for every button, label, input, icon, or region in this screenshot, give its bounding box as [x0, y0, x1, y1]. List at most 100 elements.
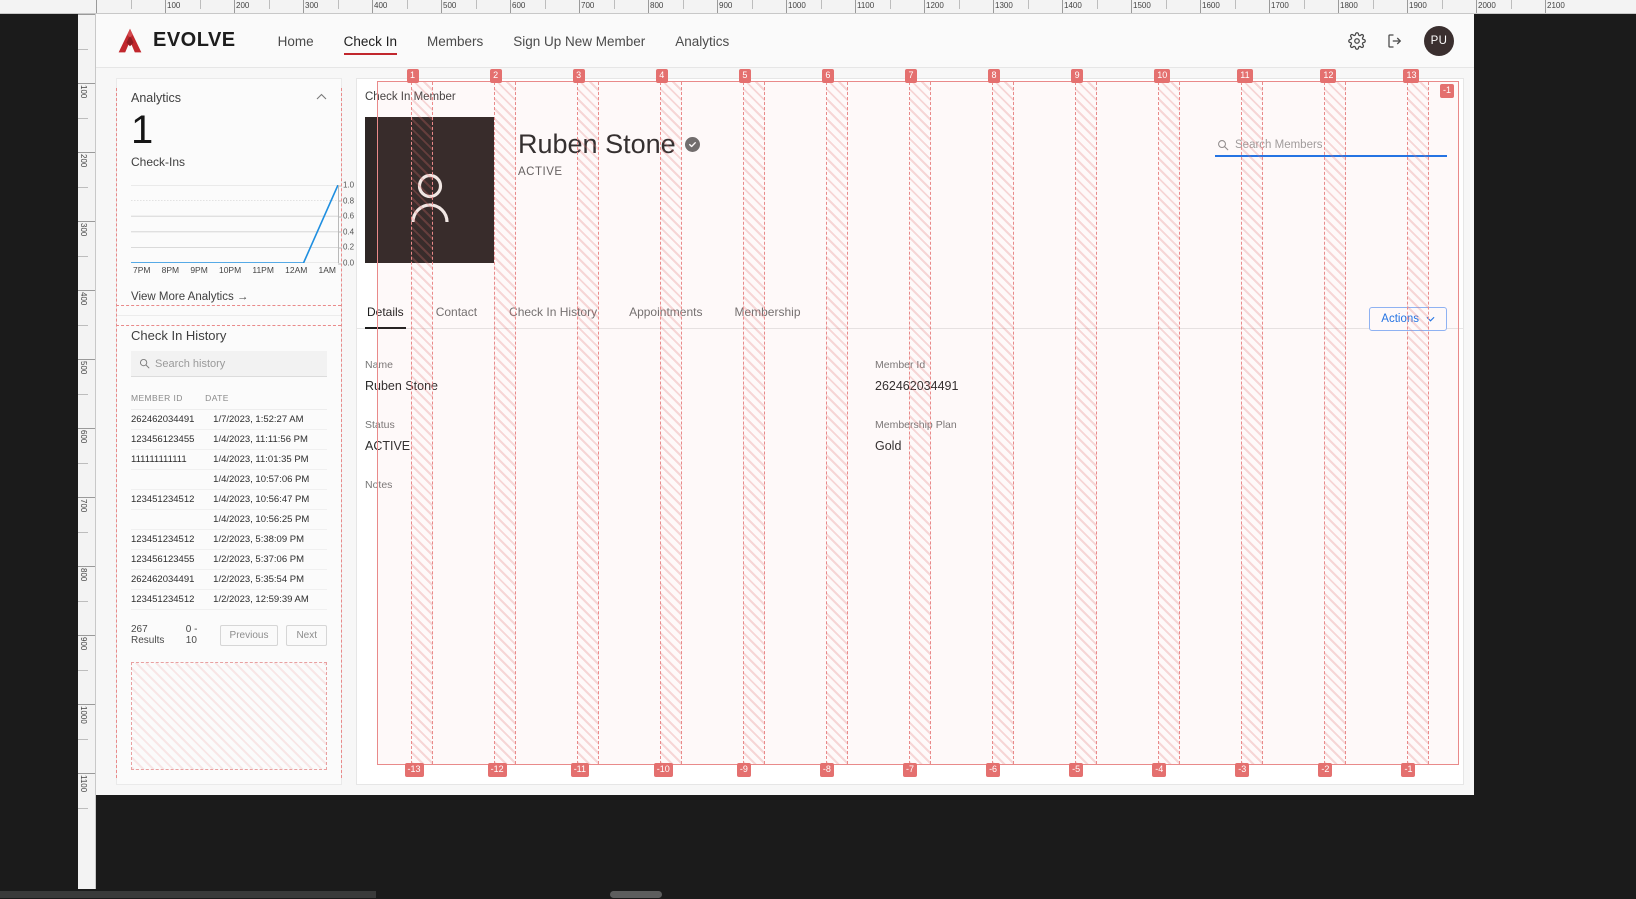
check-in-history-table: MEMBER ID DATE 262462034491 1/7/2023, 1:5… — [131, 389, 327, 610]
cell-date: 1/2/2023, 12:59:39 AM — [205, 589, 327, 610]
ruler-major-tick — [78, 566, 95, 567]
history-pagination: 267 Results 0 - 10 Previous Next — [117, 610, 341, 646]
chevron-down-icon — [1426, 316, 1435, 322]
actions-button-label: Actions — [1381, 313, 1419, 325]
nav-item-sign-up-new-member[interactable]: Sign Up New Member — [513, 18, 645, 64]
member-status: ACTIVE — [518, 166, 563, 178]
ruler-minor-tick — [78, 255, 88, 257]
cell-date: 1/4/2023, 10:56:47 PM — [205, 489, 327, 510]
details-right-column: Member Id 262462034491 Membership Plan G… — [875, 359, 1385, 517]
nav-item-home[interactable]: Home — [278, 18, 314, 64]
table-header-row: MEMBER ID DATE — [131, 389, 327, 410]
search-icon — [139, 358, 150, 369]
table-row[interactable]: 111111111111 1/4/2023, 11:01:35 PM — [131, 449, 327, 470]
nav-item-check-in[interactable]: Check In — [343, 18, 398, 64]
ruler-minor-tick — [475, 0, 477, 9]
cell-member-id — [131, 509, 206, 530]
field-status: Status ACTIVE — [365, 419, 875, 453]
ruler-minor-tick — [682, 0, 684, 9]
chart-y-tick-label: 0.4 — [337, 227, 355, 237]
cell-date: 1/2/2023, 5:35:54 PM — [205, 569, 327, 590]
tab-contact[interactable]: Contact — [434, 295, 479, 328]
view-more-analytics-link[interactable]: View More Analytics → — [117, 281, 341, 315]
chart-y-tick-label: 1.0 — [337, 180, 355, 190]
next-button[interactable]: Next — [286, 624, 327, 646]
table-row[interactable]: 1/4/2023, 10:56:25 PM — [131, 509, 327, 530]
results-count: 267 Results — [131, 624, 165, 646]
ruler-minor-tick — [751, 0, 753, 9]
ruler-minor-tick — [78, 48, 88, 50]
ruler-minor-tick — [889, 0, 891, 9]
field-member-id-value: 262462034491 — [875, 379, 959, 393]
logout-icon[interactable] — [1386, 32, 1404, 50]
bottom-scrollbar[interactable] — [0, 889, 1636, 899]
scrollbar-thumb[interactable] — [610, 891, 662, 898]
check-badge-icon — [684, 137, 700, 152]
ruler-label: 300 — [305, 1, 319, 10]
chart-x-tick-label: 9PM — [190, 265, 208, 275]
chart-x-tick-label: 12AM — [285, 265, 308, 275]
scrollbar-track — [0, 891, 376, 898]
tab-check-in-history[interactable]: Check In History — [507, 295, 599, 328]
page-body: Analytics 1 Check-Ins 0.0 0.2 0.4 0.6 0.8 1.0… — [96, 68, 1474, 795]
ruler-label: 400 — [374, 1, 388, 10]
previous-button[interactable]: Previous — [219, 624, 279, 646]
table-row[interactable]: 262462034491 1/2/2023, 5:35:54 PM — [131, 569, 327, 590]
ruler-minor-tick — [1165, 0, 1167, 9]
analytics-header: Analytics — [131, 91, 327, 105]
actions-button[interactable]: Actions — [1369, 307, 1447, 331]
ruler-minor-tick — [958, 0, 960, 9]
ruler-minor-tick — [613, 0, 615, 9]
field-status-value: ACTIVE — [365, 439, 411, 453]
nav-item-analytics[interactable]: Analytics — [675, 18, 729, 64]
chevron-up-icon[interactable] — [316, 93, 327, 100]
ruler-label: 1800 — [1340, 1, 1358, 10]
gear-icon[interactable] — [1348, 31, 1366, 50]
brand-name: EVOLVE — [153, 29, 236, 51]
field-notes-label: Notes — [365, 479, 393, 491]
cell-date: 1/4/2023, 11:11:56 PM — [205, 429, 327, 450]
ruler-major-tick — [78, 83, 95, 84]
tab-appointments[interactable]: Appointments — [627, 295, 704, 328]
table-row[interactable]: 123451234512 1/4/2023, 10:56:47 PM — [131, 489, 327, 510]
member-photo — [365, 117, 494, 263]
checkins-line-chart — [131, 185, 338, 263]
cell-member-id: 123451234512 — [131, 589, 206, 610]
chart-x-tick-label: 10PM — [218, 265, 242, 275]
search-history-input[interactable]: Search history — [131, 351, 327, 377]
ruler-label: 700 — [581, 1, 595, 10]
cell-member-id: 262462034491 — [131, 409, 206, 430]
field-name-label: Name — [365, 359, 394, 371]
ruler-label: 2000 — [1478, 1, 1496, 10]
checkins-metric-value: 1 — [131, 108, 154, 152]
table-row[interactable]: 123456123455 1/4/2023, 11:11:56 PM — [131, 429, 327, 450]
table-row[interactable]: 123451234512 1/2/2023, 5:38:09 PM — [131, 529, 327, 550]
chart-x-tick-label: 11PM — [252, 265, 274, 275]
ruler-label: 1900 — [1409, 1, 1427, 10]
tab-membership[interactable]: Membership — [732, 295, 802, 328]
search-members-input[interactable]: Search Members — [1215, 135, 1447, 157]
nav-item-members[interactable]: Members — [427, 18, 483, 64]
ruler-minor-tick — [78, 738, 88, 740]
field-name: Name Ruben Stone — [365, 359, 875, 393]
ruler-minor-tick — [544, 0, 546, 9]
table-row[interactable]: 123456123455 1/2/2023, 5:37:06 PM — [131, 549, 327, 570]
table-row[interactable]: 1/4/2023, 10:57:06 PM — [131, 469, 327, 490]
ruler-minor-tick — [268, 0, 270, 9]
ruler-minor-tick — [199, 0, 201, 9]
results-range: 0 - 10 — [185, 624, 198, 646]
ruler-minor-tick — [820, 0, 822, 9]
tab-details[interactable]: Details — [365, 295, 406, 329]
ruler-left: 100 200 300 400 500 600 700 800 900 1000 1100 — [78, 14, 96, 899]
brand-logo[interactable]: EVOLVE — [116, 27, 236, 55]
chart-y-tick-label: 0.0 — [337, 258, 355, 268]
ruler-minor-tick — [78, 186, 88, 188]
ruler-minor-tick — [130, 0, 132, 9]
cell-date: 1/7/2023, 1:52:27 AM — [205, 409, 327, 430]
devtools-canvas: 100 200 300 400 500 600 700 800 900 1000 1100 1200 1… — [0, 0, 1636, 899]
table-row[interactable]: 262462034491 1/7/2023, 1:52:27 AM — [131, 409, 327, 430]
table-row[interactable]: 123451234512 1/2/2023, 12:59:39 AM — [131, 589, 327, 610]
avatar[interactable]: PU — [1424, 25, 1454, 56]
ruler-minor-tick — [78, 462, 88, 464]
ruler-minor-tick — [1096, 0, 1098, 9]
